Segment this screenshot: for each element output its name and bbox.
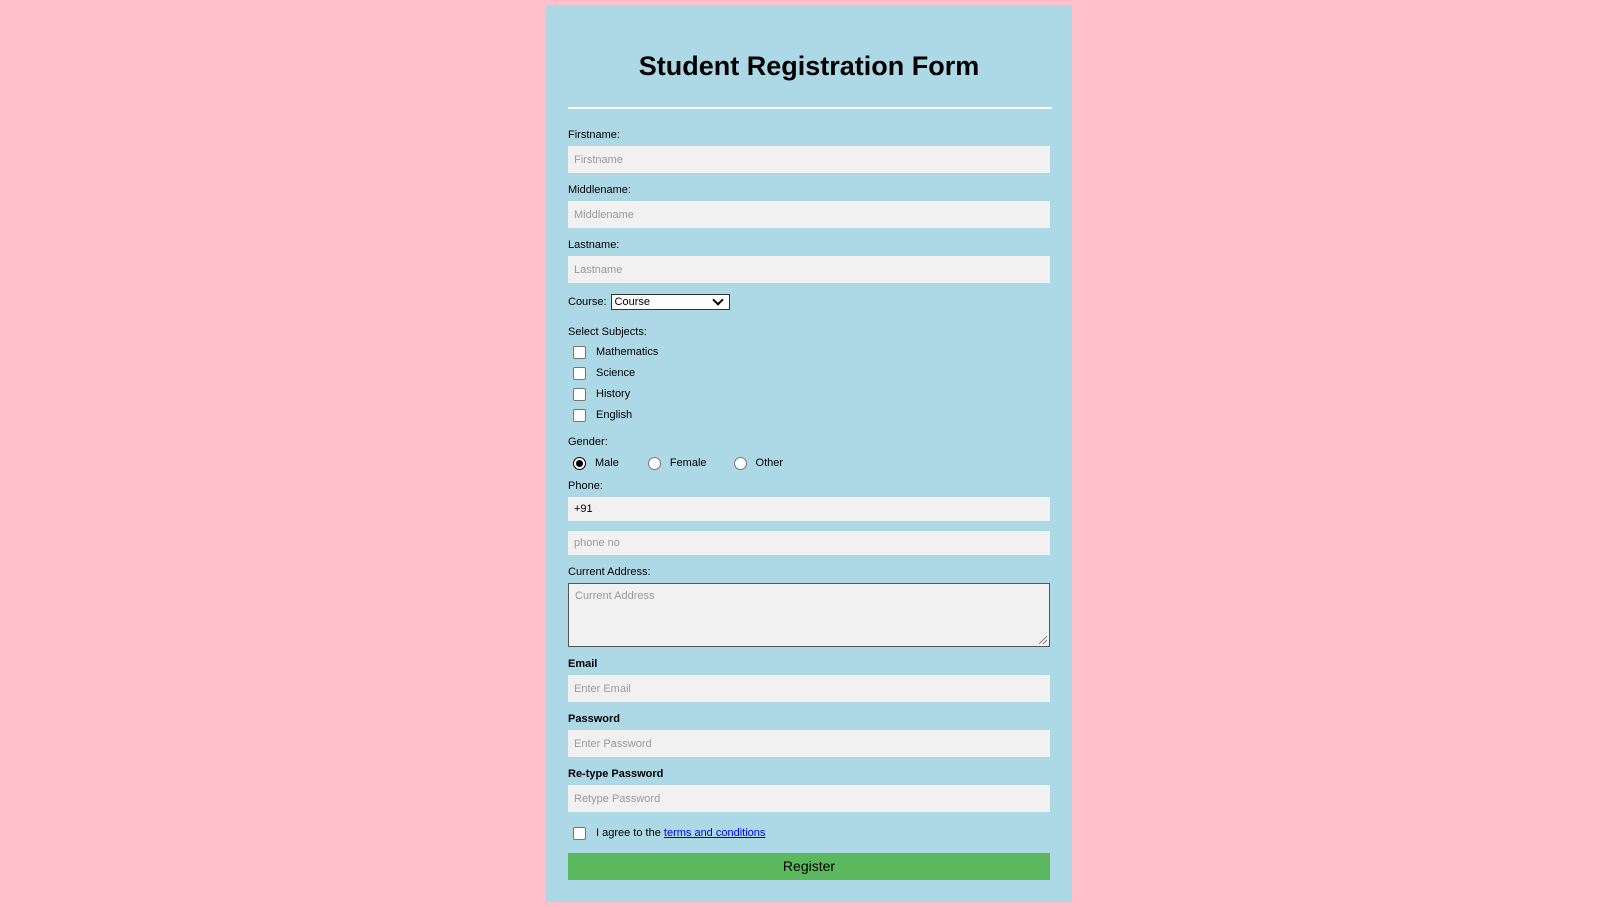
gender-option-label: Male	[595, 457, 619, 469]
title-divider	[568, 107, 1052, 109]
email-label: Email	[568, 658, 598, 670]
terms-text: I agree to the terms and conditions	[596, 827, 765, 839]
course-select-value: Course	[614, 296, 650, 308]
course-select[interactable]: Course	[610, 294, 730, 310]
lastname-input[interactable]	[568, 256, 1050, 283]
password-label: Password	[568, 713, 620, 725]
email-input[interactable]	[568, 675, 1050, 702]
course-row: Course: Course	[568, 294, 1050, 310]
subject-item[interactable]: English	[568, 407, 1050, 423]
gender-radio-female[interactable]	[647, 456, 661, 470]
gender-options: Male Female Other	[568, 456, 1050, 470]
gender-radio-male[interactable]	[573, 456, 586, 470]
phone-label: Phone:	[568, 480, 603, 492]
lastname-label: Lastname:	[568, 239, 620, 251]
subject-item[interactable]: History	[568, 386, 1050, 402]
terms-checkbox[interactable]	[573, 826, 586, 840]
firstname-label: Firstname:	[568, 129, 620, 141]
subject-label: History	[596, 388, 631, 400]
terms-row: I agree to the terms and conditions	[568, 825, 1050, 841]
page-title: Student Registration Form	[638, 51, 980, 81]
subject-item[interactable]: Science	[568, 365, 1050, 381]
subject-item[interactable]: Mathematics	[568, 344, 1050, 360]
subject-label: English	[596, 409, 633, 421]
gender-label: Gender:	[568, 436, 608, 448]
register-button[interactable]: Register	[568, 853, 1050, 880]
subject-label: Mathematics	[596, 346, 659, 358]
course-label: Course:	[568, 296, 607, 308]
address-label: Current Address:	[568, 566, 651, 578]
subject-checkbox-english[interactable]	[573, 408, 586, 422]
password-input[interactable]	[568, 730, 1050, 757]
middlename-label: Middlename:	[568, 184, 631, 196]
gender-radio-other[interactable]	[733, 456, 747, 470]
firstname-input[interactable]	[568, 146, 1050, 173]
subject-checkbox-history[interactable]	[573, 387, 586, 401]
resize-grip-icon[interactable]	[1039, 636, 1047, 644]
chevron-down-icon	[711, 294, 724, 306]
subject-checkbox-mathematics[interactable]	[573, 345, 586, 359]
address-field-wrapper	[568, 583, 1050, 647]
subjects-label: Select Subjects:	[568, 326, 647, 338]
registration-panel: Student Registration Form Firstname: Mid…	[546, 5, 1072, 902]
terms-prefix: I agree to the	[596, 827, 664, 839]
subject-label: Science	[596, 367, 636, 379]
middlename-input[interactable]	[568, 201, 1050, 228]
retype-password-label: Re-type Password	[568, 768, 664, 780]
address-textarea[interactable]	[568, 583, 1050, 647]
subject-checkbox-science[interactable]	[573, 366, 586, 380]
phone-code-input[interactable]	[568, 497, 1050, 521]
gender-option-label: Female	[669, 457, 707, 469]
retype-password-input[interactable]	[568, 785, 1050, 812]
phone-number-input[interactable]	[568, 531, 1050, 555]
gender-option-label: Other	[755, 457, 784, 469]
terms-link[interactable]: terms and conditions	[664, 827, 766, 839]
